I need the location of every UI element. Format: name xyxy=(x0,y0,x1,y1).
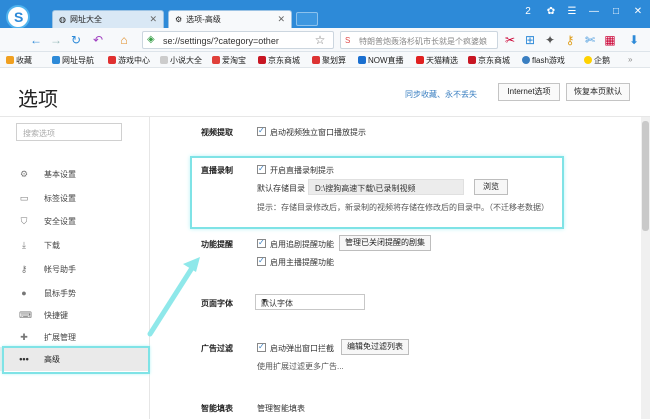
scrollbar[interactable] xyxy=(641,117,650,419)
annotation-arrow xyxy=(147,257,200,337)
scrollbar-thumb[interactable] xyxy=(642,121,649,231)
